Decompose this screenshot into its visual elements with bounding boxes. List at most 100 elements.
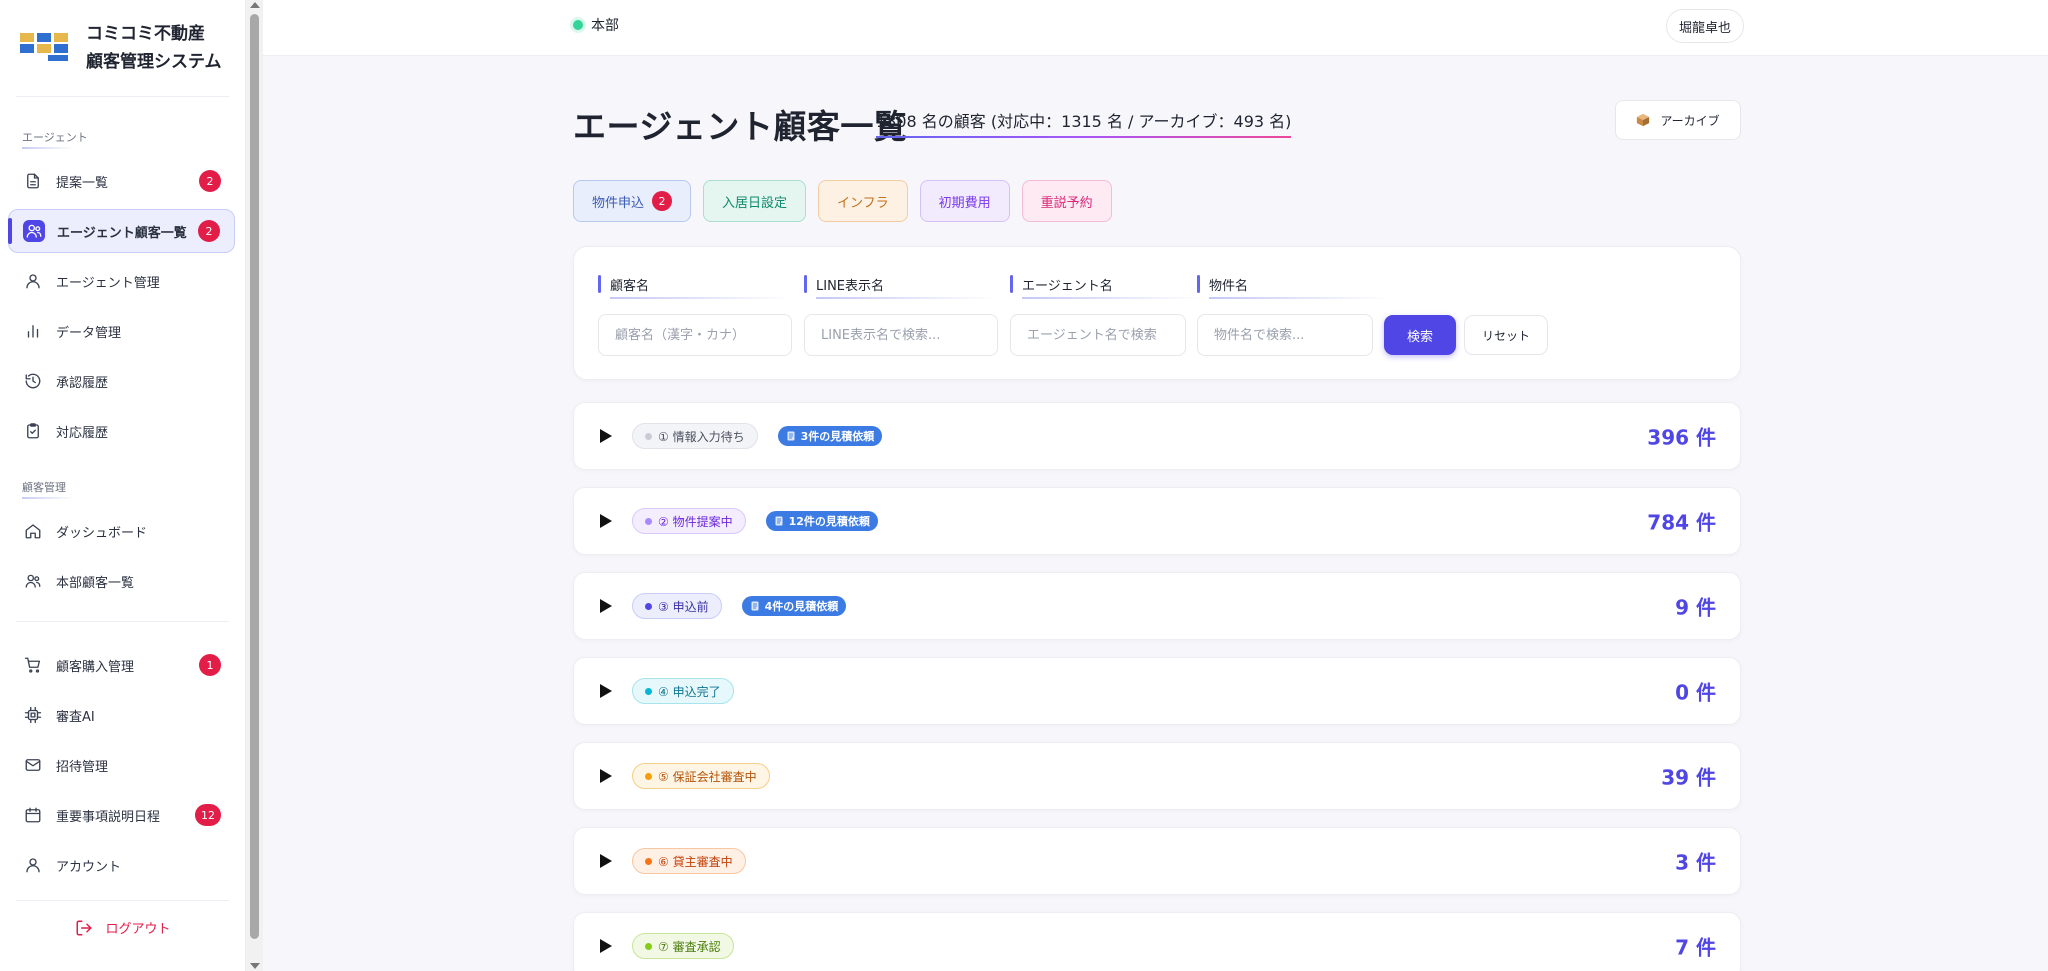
logout-button[interactable]: ログアウト [0,918,246,937]
status-label: ④ 申込完了 [658,684,721,699]
status-group-row[interactable]: ⑤ 保証会社審査中 39 件 [573,742,1741,810]
status-count: 39 件 [1661,765,1716,790]
notification-badge: 2 [198,220,220,242]
scroll-down-icon[interactable] [250,963,260,969]
box-icon [1637,113,1650,127]
quote-request-label: 3件の見積依頼 [800,430,875,443]
status-badge: ⑦ 審査承認 [632,933,734,959]
sidebar-item-other_items-4[interactable]: アカウント [8,843,235,887]
scroll-thumb[interactable] [250,14,259,939]
status-dot-icon [645,687,652,695]
sidebar-item-label: 提案一覧 [56,175,109,191]
status-badge: ④ 申込完了 [632,678,734,704]
expand-triangle-icon[interactable] [600,684,612,698]
status-label: ⑤ 保証会社審査中 [658,769,757,784]
sidebar-item-agent_items-2[interactable]: エージェント管理 [8,259,235,303]
quote-request-badge: 3件の見積依頼 [777,426,883,446]
sidebar-item-label: ダッシュボード [56,525,148,541]
archive-button[interactable]: アーカイブ [1615,100,1741,140]
status-group-row[interactable]: ① 情報入力待ち 3件の見積依頼 396 件 [573,402,1741,470]
sidebar-item-customer_items-1[interactable]: 本部顧客一覧 [8,559,235,603]
receipt-icon [787,431,795,441]
sidebar-item-label: 本部顧客一覧 [56,575,135,591]
filter-label: 初期費用 [938,195,991,211]
user-menu-button[interactable]: 堀龍卓也 [1666,9,1745,43]
sidebar-item-other_items-2[interactable]: 招待管理 [8,743,235,787]
sidebar-item-customer_items-0[interactable]: ダッシュボード [8,509,235,553]
scroll-up-icon[interactable] [250,2,260,8]
quote-request-badge: 4件の見積依頼 [741,596,847,616]
sidebar-item-label: データ管理 [56,325,122,341]
filter-label: 重説予約 [1040,195,1093,211]
sidebar-item-agent_items-5[interactable]: 対応履歴 [8,409,235,453]
sidebar-item-other_items-0[interactable]: 顧客購入管理 1 [8,643,235,687]
receipt-icon [775,516,783,526]
cpu-icon [22,704,44,726]
line-name-label: LINE表示名 [804,275,997,299]
filter-button-3[interactable]: 初期費用 [919,180,1010,222]
cart-icon [22,654,44,676]
filter-button-1[interactable]: 入居日設定 [703,180,807,222]
status-dot-icon [645,857,652,865]
status-badge: ① 情報入力待ち [632,423,758,449]
expand-triangle-icon[interactable] [600,769,612,783]
home-icon [22,520,44,542]
property-name-input[interactable] [1197,314,1373,356]
sidebar-item-other_items-1[interactable]: 審査AI [8,693,235,737]
sidebar-item-other_items-3[interactable]: 重要事項説明日程 12 [8,793,235,837]
status-group-row[interactable]: ④ 申込完了 0 件 [573,657,1741,725]
filter-button-4[interactable]: 重説予約 [1021,180,1112,222]
section-label-customer: 顧客管理 [0,473,120,499]
sidebar-item-agent_items-0[interactable]: 提案一覧 2 [8,159,235,203]
customer-name-input[interactable] [598,314,792,356]
page-title: エージェント顧客一覧 [573,107,908,146]
users-icon [22,570,44,592]
status-badge: ⑥ 貸主審査中 [632,848,746,874]
notification-badge: 2 [199,170,221,192]
sidebar-item-label: 顧客購入管理 [56,659,135,675]
status-group-row[interactable]: ⑦ 審査承認 7 件 [573,912,1741,971]
filter-button-2[interactable]: インフラ [818,180,908,222]
status-count: 396 件 [1647,425,1716,450]
expand-triangle-icon[interactable] [600,854,612,868]
status-group-row[interactable]: ③ 申込前 4件の見積依頼 9 件 [573,572,1741,640]
search-button[interactable]: 検索 [1384,315,1456,355]
sidebar-scrollbar[interactable] [246,0,263,971]
brand-subtitle: 顧客管理システム [86,52,222,72]
expand-triangle-icon[interactable] [600,429,612,443]
filter-label: 入居日設定 [722,195,788,211]
reset-button[interactable]: リセット [1464,315,1548,355]
sidebar-item-agent_items-1[interactable]: エージェント顧客一覧 2 [8,209,235,253]
users-icon [23,220,45,242]
quick-filters: 物件申込 2 入居日設定 インフラ 初期費用 重説予約 [573,180,1112,222]
clipboard-check-icon [22,420,44,442]
expand-triangle-icon[interactable] [600,599,612,613]
sidebar-item-agent_items-3[interactable]: データ管理 [8,309,235,353]
quote-request-badge: 12件の見積依頼 [765,511,878,531]
history-icon [22,370,44,392]
section-label-agent: エージェント [0,123,120,149]
sidebar: コミコミ不動産 顧客管理システム エージェント 提案一覧 2 エージェント顧客一覧 2… [0,0,246,971]
logout-icon [76,920,92,935]
status-count: 0 件 [1675,680,1716,705]
divider [16,900,229,901]
status-label: ① 情報入力待ち [658,429,745,444]
expand-triangle-icon[interactable] [600,514,612,528]
filter-button-0[interactable]: 物件申込 2 [573,180,692,222]
expand-triangle-icon[interactable] [600,939,612,953]
agent-name-input[interactable] [1010,314,1186,356]
status-label: ③ 申込前 [658,599,709,614]
status-dot-icon [645,432,652,440]
property-name-label: 物件名 [1197,275,1390,299]
status-label: ② 物件提案中 [658,514,733,529]
status-badge: ③ 申込前 [632,593,722,619]
sidebar-item-agent_items-4[interactable]: 承認履歴 [8,359,235,403]
quote-request-label: 4件の見積依頼 [764,600,839,613]
status-count: 3 件 [1675,850,1716,875]
line-name-input[interactable] [804,314,998,356]
status-group-row[interactable]: ② 物件提案中 12件の見積依頼 784 件 [573,487,1741,555]
status-dot-icon [645,517,652,525]
status-group-row[interactable]: ⑥ 貸主審査中 3 件 [573,827,1741,895]
brand[interactable]: コミコミ不動産 顧客管理システム [0,0,245,96]
search-panel: 顧客名 LINE表示名 エージェント名 物件名 検索 リセット [573,246,1741,380]
